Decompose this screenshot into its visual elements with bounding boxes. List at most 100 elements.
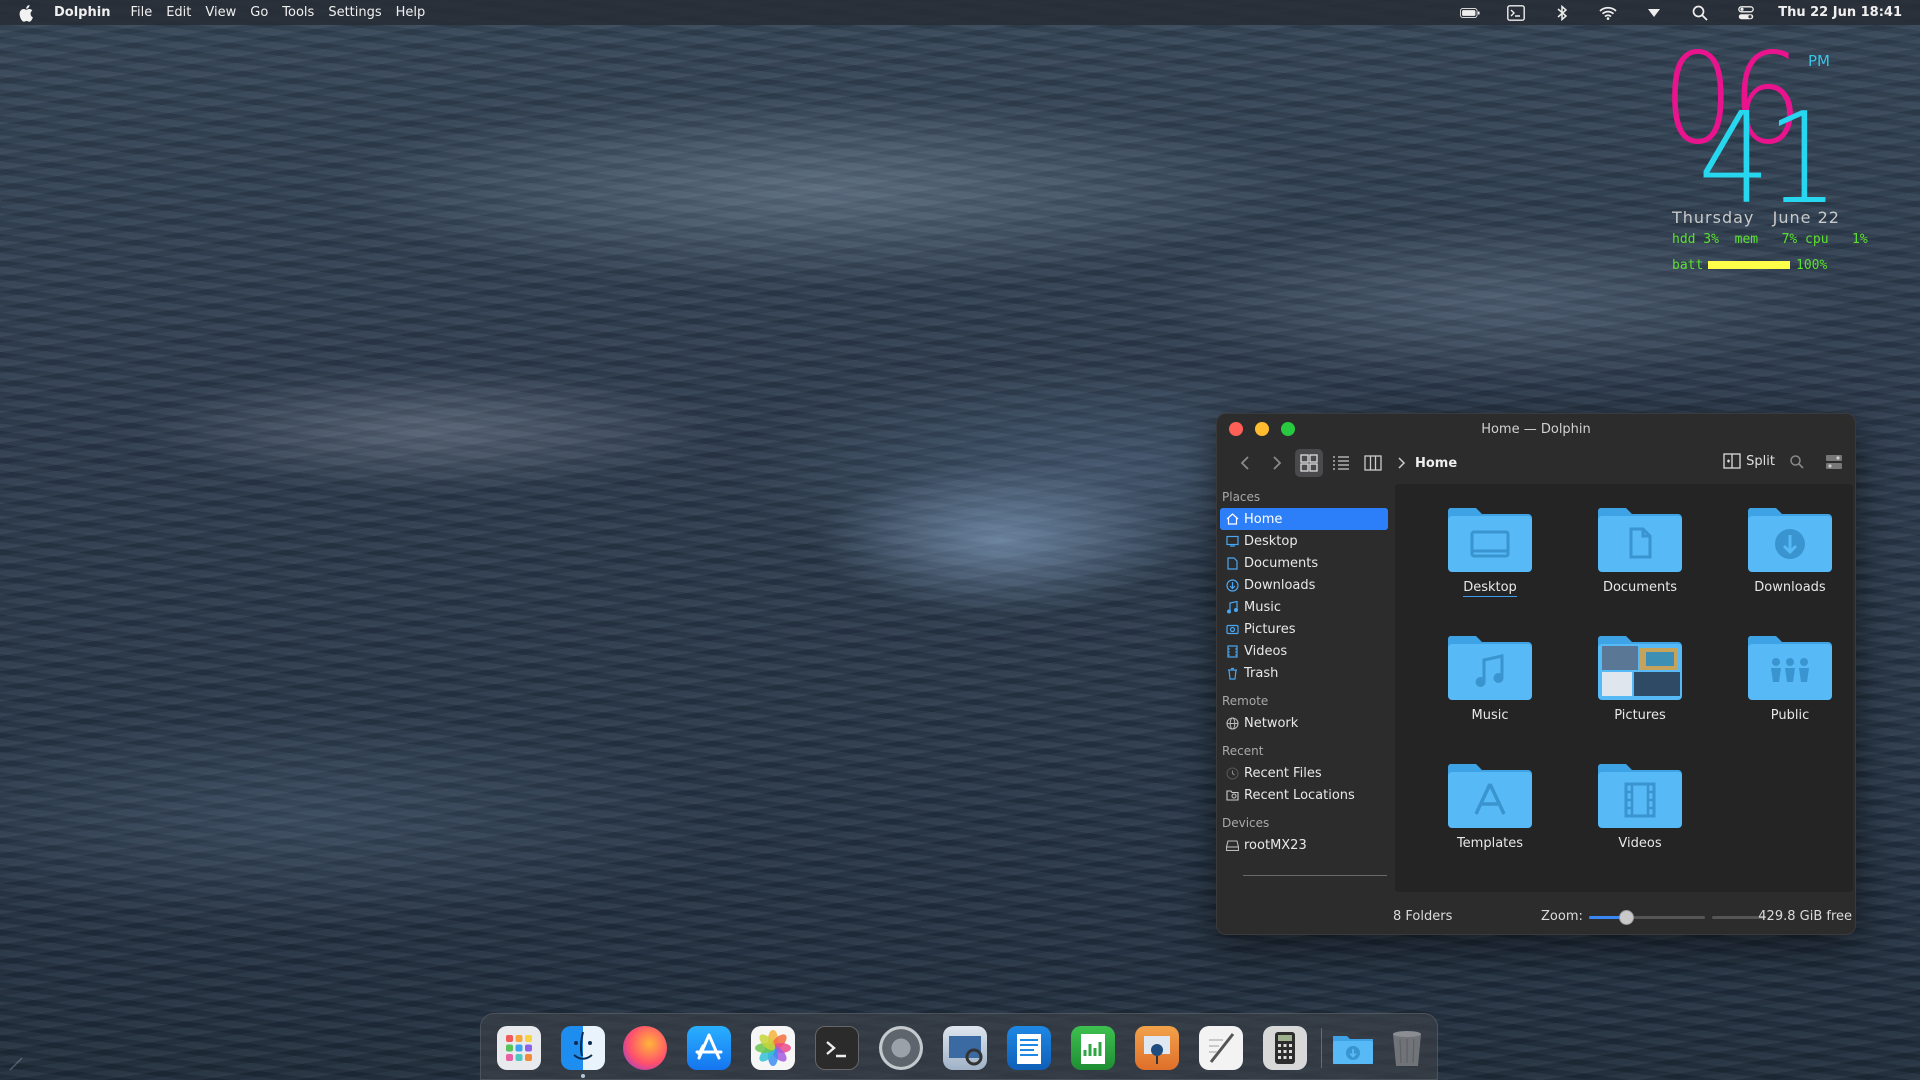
- folder-music[interactable]: Music: [1415, 630, 1565, 758]
- downloads-icon: [1225, 578, 1239, 592]
- sidebar-item-device[interactable]: rootMX23: [1220, 834, 1388, 856]
- split-view-icon: [1723, 453, 1741, 469]
- menubar-clock[interactable]: Thu 22 Jun 18:41: [1778, 5, 1902, 20]
- sidebar-item-home[interactable]: Home: [1220, 508, 1388, 530]
- folder-label: Templates: [1456, 836, 1524, 851]
- menu-go[interactable]: Go: [250, 5, 268, 20]
- music-icon: [1225, 600, 1239, 614]
- menu-file[interactable]: File: [130, 5, 152, 20]
- keynote-icon[interactable]: [1135, 1026, 1179, 1070]
- folder-pictures[interactable]: Pictures: [1565, 630, 1715, 758]
- maximize-button[interactable]: [1281, 422, 1295, 436]
- hamburger-menu-icon[interactable]: [1825, 454, 1843, 474]
- public-folder-icon: [1747, 636, 1832, 700]
- file-view[interactable]: Desktop Documents Downloads Music Pictur…: [1395, 484, 1853, 892]
- devices-section-header: Devices: [1222, 816, 1270, 830]
- bluetooth-icon[interactable]: [1552, 4, 1572, 21]
- terminal-app-icon[interactable]: [815, 1026, 859, 1070]
- wifi-icon[interactable]: [1598, 5, 1618, 21]
- menu-view[interactable]: View: [205, 5, 236, 20]
- dock-separator: [1321, 1028, 1322, 1068]
- folder-public[interactable]: Public: [1715, 630, 1855, 758]
- icons-view-button[interactable]: [1295, 449, 1323, 477]
- search-icon[interactable]: [1690, 5, 1710, 21]
- breadcrumb-home[interactable]: Home: [1415, 456, 1457, 471]
- minimize-button[interactable]: [1255, 422, 1269, 436]
- menu-settings[interactable]: Settings: [328, 5, 381, 20]
- folder-templates[interactable]: Templates: [1415, 758, 1565, 886]
- sidebar-item-label: Music: [1244, 599, 1281, 615]
- sidebar-item-label: rootMX23: [1244, 837, 1307, 853]
- dock: [480, 1013, 1438, 1080]
- details-view-button[interactable]: [1327, 449, 1355, 477]
- downloads-folder-icon: [1747, 508, 1832, 572]
- app-store-icon[interactable]: [687, 1026, 731, 1070]
- recent-section-header: Recent: [1222, 744, 1264, 758]
- folder-label: Videos: [1618, 836, 1662, 851]
- desktop-corner-watermark: [8, 1056, 68, 1075]
- terminal-icon[interactable]: [1506, 4, 1526, 21]
- active-app-name[interactable]: Dolphin: [54, 5, 110, 20]
- trash-icon: [1225, 666, 1239, 680]
- back-button[interactable]: [1231, 449, 1259, 477]
- pictures-folder-icon: [1597, 636, 1682, 700]
- textedit-icon[interactable]: [1199, 1026, 1243, 1070]
- sidebar-item-music[interactable]: Music: [1220, 596, 1388, 618]
- menu-edit[interactable]: Edit: [166, 5, 191, 20]
- sidebar-item-network[interactable]: Network: [1220, 712, 1388, 734]
- zoom-label: Zoom:: [1541, 909, 1583, 924]
- sidebar-item-recent-files[interactable]: Recent Files: [1220, 762, 1388, 784]
- folder-desktop[interactable]: Desktop: [1415, 502, 1565, 630]
- free-space: 429.8 GiB free: [1758, 909, 1852, 924]
- sidebar-item-label: Desktop: [1244, 533, 1298, 549]
- close-button[interactable]: [1229, 422, 1243, 436]
- window-search-icon[interactable]: [1789, 454, 1805, 474]
- folder-documents[interactable]: Documents: [1565, 502, 1715, 630]
- menu-tools[interactable]: Tools: [282, 5, 314, 20]
- apple-logo-icon[interactable]: [19, 4, 35, 22]
- forward-button[interactable]: [1263, 449, 1291, 477]
- sidebar-item-desktop[interactable]: Desktop: [1220, 530, 1388, 552]
- firefox-icon[interactable]: [623, 1026, 667, 1070]
- sidebar-item-recent-locations[interactable]: Recent Locations: [1220, 784, 1388, 806]
- zoom-slider-handle[interactable]: [1619, 910, 1635, 925]
- window-titlebar[interactable]: Home — Dolphin: [1217, 414, 1855, 444]
- numbers-icon[interactable]: [1071, 1026, 1115, 1070]
- sidebar-item-label: Pictures: [1244, 621, 1296, 637]
- documents-icon: [1225, 556, 1239, 570]
- battery-icon[interactable]: [1460, 5, 1480, 21]
- system-settings-icon[interactable]: [879, 1026, 923, 1070]
- battery-percent: 100%: [1796, 258, 1828, 273]
- dropdown-arrow-icon[interactable]: [1644, 5, 1664, 21]
- calculator-icon[interactable]: [1263, 1026, 1307, 1070]
- pictures-icon: [1225, 622, 1239, 636]
- zoom-slider[interactable]: [1589, 910, 1705, 925]
- folder-label: Music: [1471, 708, 1509, 723]
- preview-icon[interactable]: [943, 1026, 987, 1070]
- sidebar-item-label: Home: [1244, 511, 1283, 527]
- sidebar-item-trash[interactable]: Trash: [1220, 662, 1388, 684]
- downloads-stack-icon[interactable]: [1331, 1026, 1375, 1070]
- launchpad-icon[interactable]: [497, 1026, 541, 1070]
- breadcrumb[interactable]: Home: [1397, 456, 1457, 471]
- finder-icon[interactable]: [561, 1026, 605, 1070]
- control-center-icon[interactable]: [1736, 5, 1756, 21]
- photos-icon[interactable]: [751, 1026, 795, 1070]
- window-title: Home — Dolphin: [1481, 421, 1591, 437]
- folder-videos[interactable]: Videos: [1565, 758, 1715, 886]
- sidebar-item-documents[interactable]: Documents: [1220, 552, 1388, 574]
- dolphin-window: Home — Dolphin Home Split Places Home De…: [1216, 413, 1856, 935]
- folder-count: 8 Folders: [1393, 909, 1453, 924]
- recent-locations-icon: [1225, 788, 1239, 802]
- battery-label: batt: [1672, 258, 1704, 273]
- sidebar-item-videos[interactable]: Videos: [1220, 640, 1388, 662]
- sidebar-item-pictures[interactable]: Pictures: [1220, 618, 1388, 640]
- split-button[interactable]: Split: [1723, 453, 1775, 469]
- columns-view-button[interactable]: [1359, 449, 1387, 477]
- sidebar-item-downloads[interactable]: Downloads: [1220, 574, 1388, 596]
- folder-downloads[interactable]: Downloads: [1715, 502, 1855, 630]
- trash-dock-icon[interactable]: [1385, 1026, 1429, 1070]
- pages-icon[interactable]: [1007, 1026, 1051, 1070]
- split-label: Split: [1746, 453, 1775, 469]
- menu-help[interactable]: Help: [396, 5, 426, 20]
